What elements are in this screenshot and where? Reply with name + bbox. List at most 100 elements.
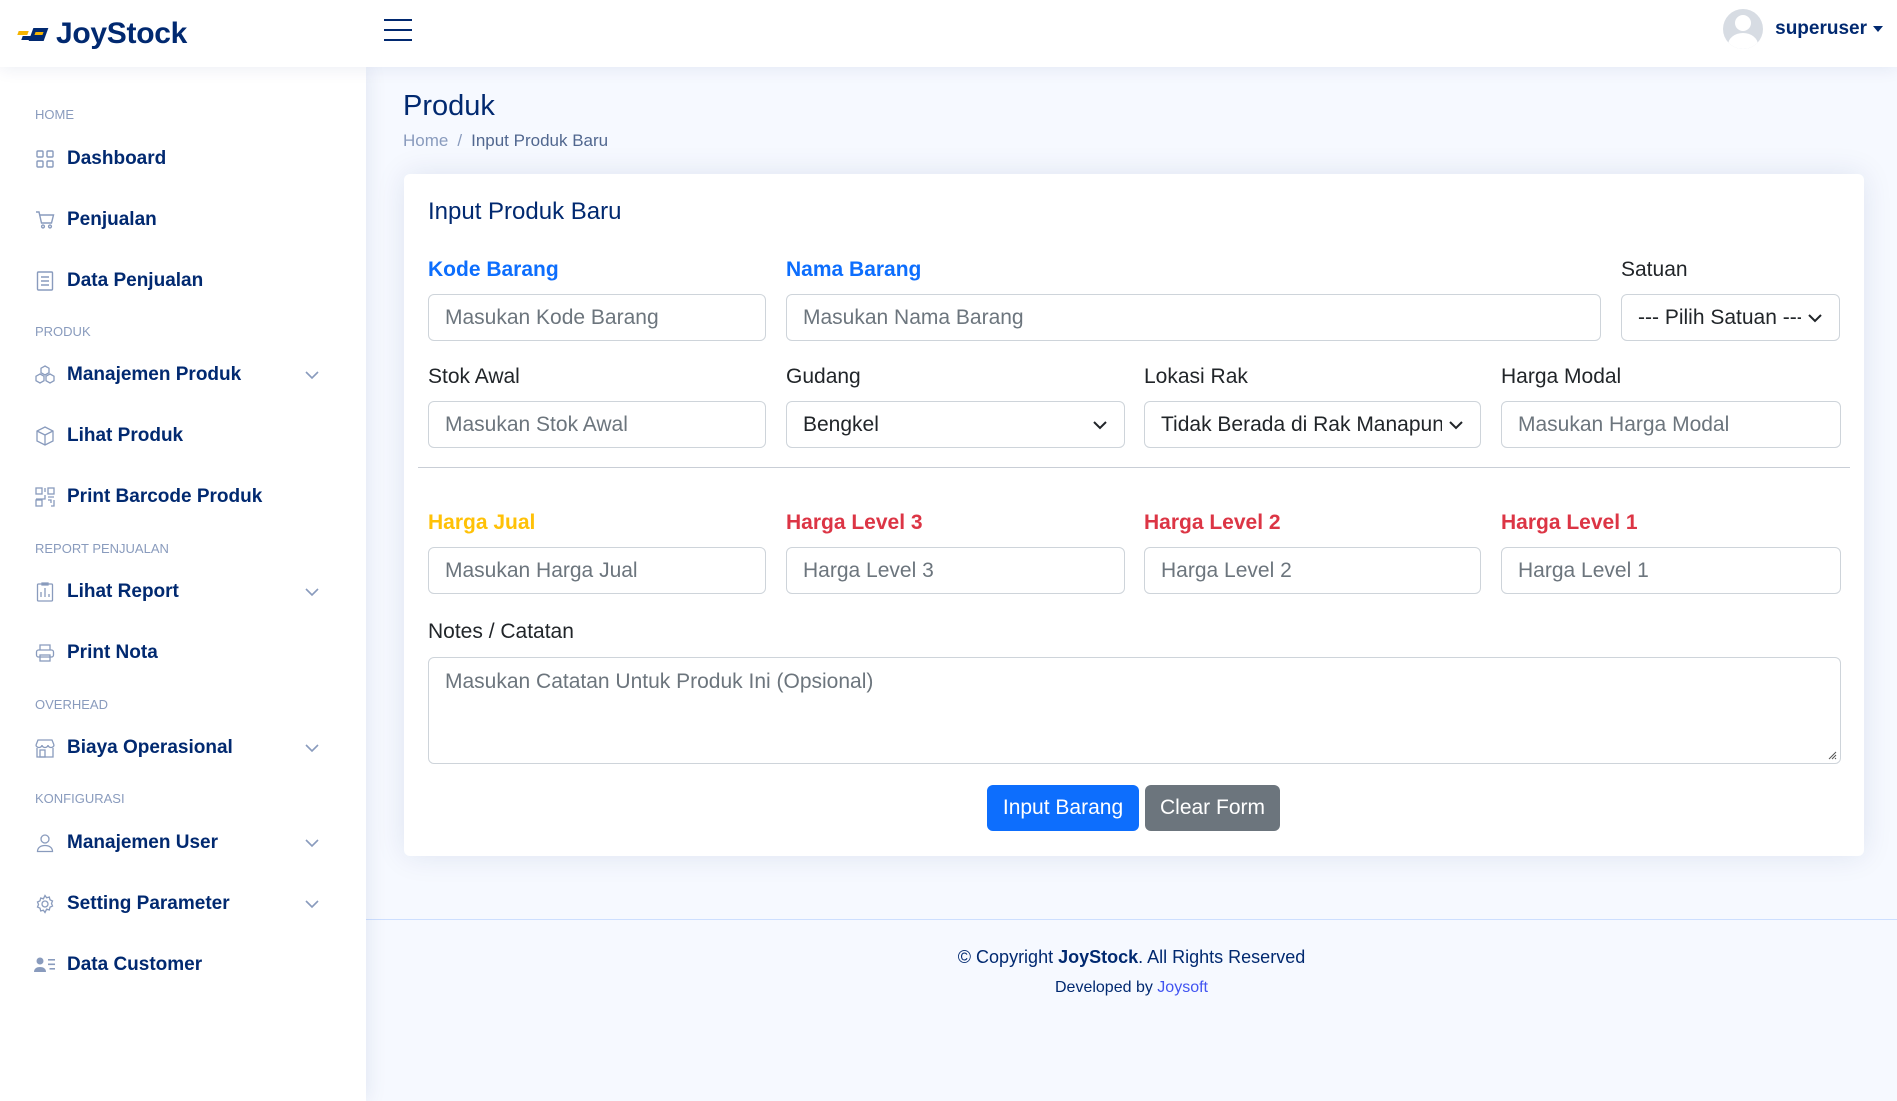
page-title: Produk [403,90,495,122]
qr-code-icon [34,486,56,508]
harga-modal-input[interactable]: Masukan Harga Modal [1501,401,1841,448]
sidebar-item-label: Dashboard [67,148,167,169]
satuan-select[interactable]: --- Pilih Satuan --- [1621,294,1840,341]
harga-level-1-input[interactable]: Harga Level 1 [1501,547,1841,594]
sidebar-item-manajemen-user[interactable]: Manajemen User [0,821,366,865]
product-form-card: Input Produk Baru Kode Barang Masukan Ko… [404,174,1864,856]
sidebar-item-print-nota[interactable]: Print Nota [0,631,366,675]
nama-barang-input[interactable]: Masukan Nama Barang [786,294,1601,341]
sidebar-item-lihat-report[interactable]: Lihat Report [0,570,366,614]
sidebar: HOME Dashboard Penjualan Data Penjualan … [0,67,366,1101]
sidebar-heading-report: REPORT PENJUALAN [35,541,169,556]
sidebar-item-label: Manajemen User [67,832,219,853]
sidebar-heading-produk: PRODUK [35,324,91,339]
harga-jual-placeholder: Masukan Harga Jual [445,558,638,582]
sidebar-item-label: Penjualan [67,209,157,230]
chevron-down-icon [305,839,319,848]
chevron-down-icon [305,900,319,909]
sidebar-item-label: Lihat Produk [67,425,184,446]
harga-level-1-placeholder: Harga Level 1 [1518,558,1649,582]
sidebar-item-label: Setting Parameter [67,893,230,914]
person-lines-icon [34,954,56,976]
gudang-selected-value: Bengkel [803,412,879,436]
sidebar-heading-overhead: OVERHEAD [35,697,108,712]
developer-link[interactable]: Joysoft [1157,979,1208,996]
hamburger-menu-icon[interactable] [384,19,412,43]
satuan-selected-value: --- Pilih Satuan --- [1638,305,1801,329]
copyright-suffix: . All Rights Reserved [1138,947,1306,967]
footer-copyright: © Copyright JoyStock. All Rights Reserve… [366,947,1897,968]
receipt-icon [34,270,56,292]
notes-label: Notes / Catatan [428,620,574,643]
notes-textarea[interactable]: Masukan Catatan Untuk Produk Ini (Opsion… [428,657,1841,764]
harga-modal-label: Harga Modal [1501,365,1622,388]
kode-barang-input[interactable]: Masukan Kode Barang [428,294,766,341]
breadcrumb-home-link[interactable]: Home [403,131,448,151]
sidebar-item-label: Print Nota [67,642,158,663]
avatar [1723,9,1764,49]
sidebar-item-manajemen-produk[interactable]: Manajemen Produk [0,353,366,397]
footer-developed-by: Developed by Joysoft [366,979,1897,997]
chevron-down-icon [1449,420,1463,429]
harga-jual-input[interactable]: Masukan Harga Jual [428,547,766,594]
gudang-select[interactable]: Bengkel [786,401,1125,448]
shop-icon [34,737,56,759]
breadcrumb: Home / Input Produk Baru [403,131,608,151]
developed-prefix: Developed by [1055,979,1158,996]
sidebar-heading-konfigurasi: KONFIGURASI [35,791,125,806]
input-barang-button[interactable]: Input Barang [987,785,1139,831]
sidebar-item-label: Print Barcode Produk [67,486,263,507]
sidebar-item-label: Lihat Report [67,581,179,602]
box-icon [34,425,56,447]
stok-awal-placeholder: Masukan Stok Awal [445,412,628,436]
harga-level-3-input[interactable]: Harga Level 3 [786,547,1125,594]
footer-brand: JoyStock [1058,947,1139,967]
boxes-icon [34,364,56,386]
sidebar-item-lihat-produk[interactable]: Lihat Produk [0,414,366,458]
sidebar-item-label: Data Customer [67,954,203,975]
cart-icon [34,209,56,231]
caret-down-icon [1873,26,1883,32]
gear-icon [34,893,56,915]
stok-awal-input[interactable]: Masukan Stok Awal [428,401,766,448]
grid-icon [34,148,56,170]
sidebar-item-biaya-operasional[interactable]: Biaya Operasional [0,726,366,770]
person-icon [34,832,56,854]
profile-dropdown[interactable]: superuser [1723,9,1883,49]
lokasi-rak-label: Lokasi Rak [1144,365,1248,388]
lokasi-rak-select[interactable]: Tidak Berada di Rak Manapun [1144,401,1481,448]
chevron-down-icon [305,744,319,753]
sidebar-item-data-customer[interactable]: Data Customer [0,943,366,987]
sidebar-heading-home: HOME [35,107,74,122]
breadcrumb-current: Input Produk Baru [471,131,609,150]
sidebar-item-penjualan[interactable]: Penjualan [0,198,366,242]
sidebar-item-data-penjualan[interactable]: Data Penjualan [0,259,366,303]
printer-icon [34,642,56,664]
top-header: JoyStock superuser [0,0,1897,67]
harga-level-3-placeholder: Harga Level 3 [803,558,934,582]
sidebar-item-setting-parameter[interactable]: Setting Parameter [0,882,366,926]
sidebar-item-print-barcode[interactable]: Print Barcode Produk [0,475,366,519]
chevron-down-icon [1808,313,1822,322]
harga-jual-label: Harga Jual [428,511,536,534]
notes-placeholder: Masukan Catatan Untuk Produk Ini (Opsion… [445,670,874,693]
stok-awal-label: Stok Awal [428,365,520,388]
breadcrumb-separator: / [457,131,463,150]
logo[interactable]: JoyStock [17,17,378,51]
harga-level-3-label: Harga Level 3 [786,511,923,534]
harga-level-2-input[interactable]: Harga Level 2 [1144,547,1481,594]
chevron-down-icon [305,588,319,597]
sidebar-item-dashboard[interactable]: Dashboard [0,137,366,181]
satuan-label: Satuan [1621,258,1688,281]
harga-level-2-placeholder: Harga Level 2 [1161,558,1292,582]
clear-form-button[interactable]: Clear Form [1145,785,1280,831]
report-icon [34,581,56,603]
nama-barang-placeholder: Masukan Nama Barang [803,305,1024,329]
harga-level-1-label: Harga Level 1 [1501,511,1638,534]
chevron-down-icon [305,371,319,380]
harga-level-2-label: Harga Level 2 [1144,511,1281,534]
kode-barang-placeholder: Masukan Kode Barang [445,305,659,329]
copyright-prefix: © Copyright [957,947,1059,967]
form-divider [418,467,1850,468]
resize-handle-icon[interactable] [1828,751,1837,760]
